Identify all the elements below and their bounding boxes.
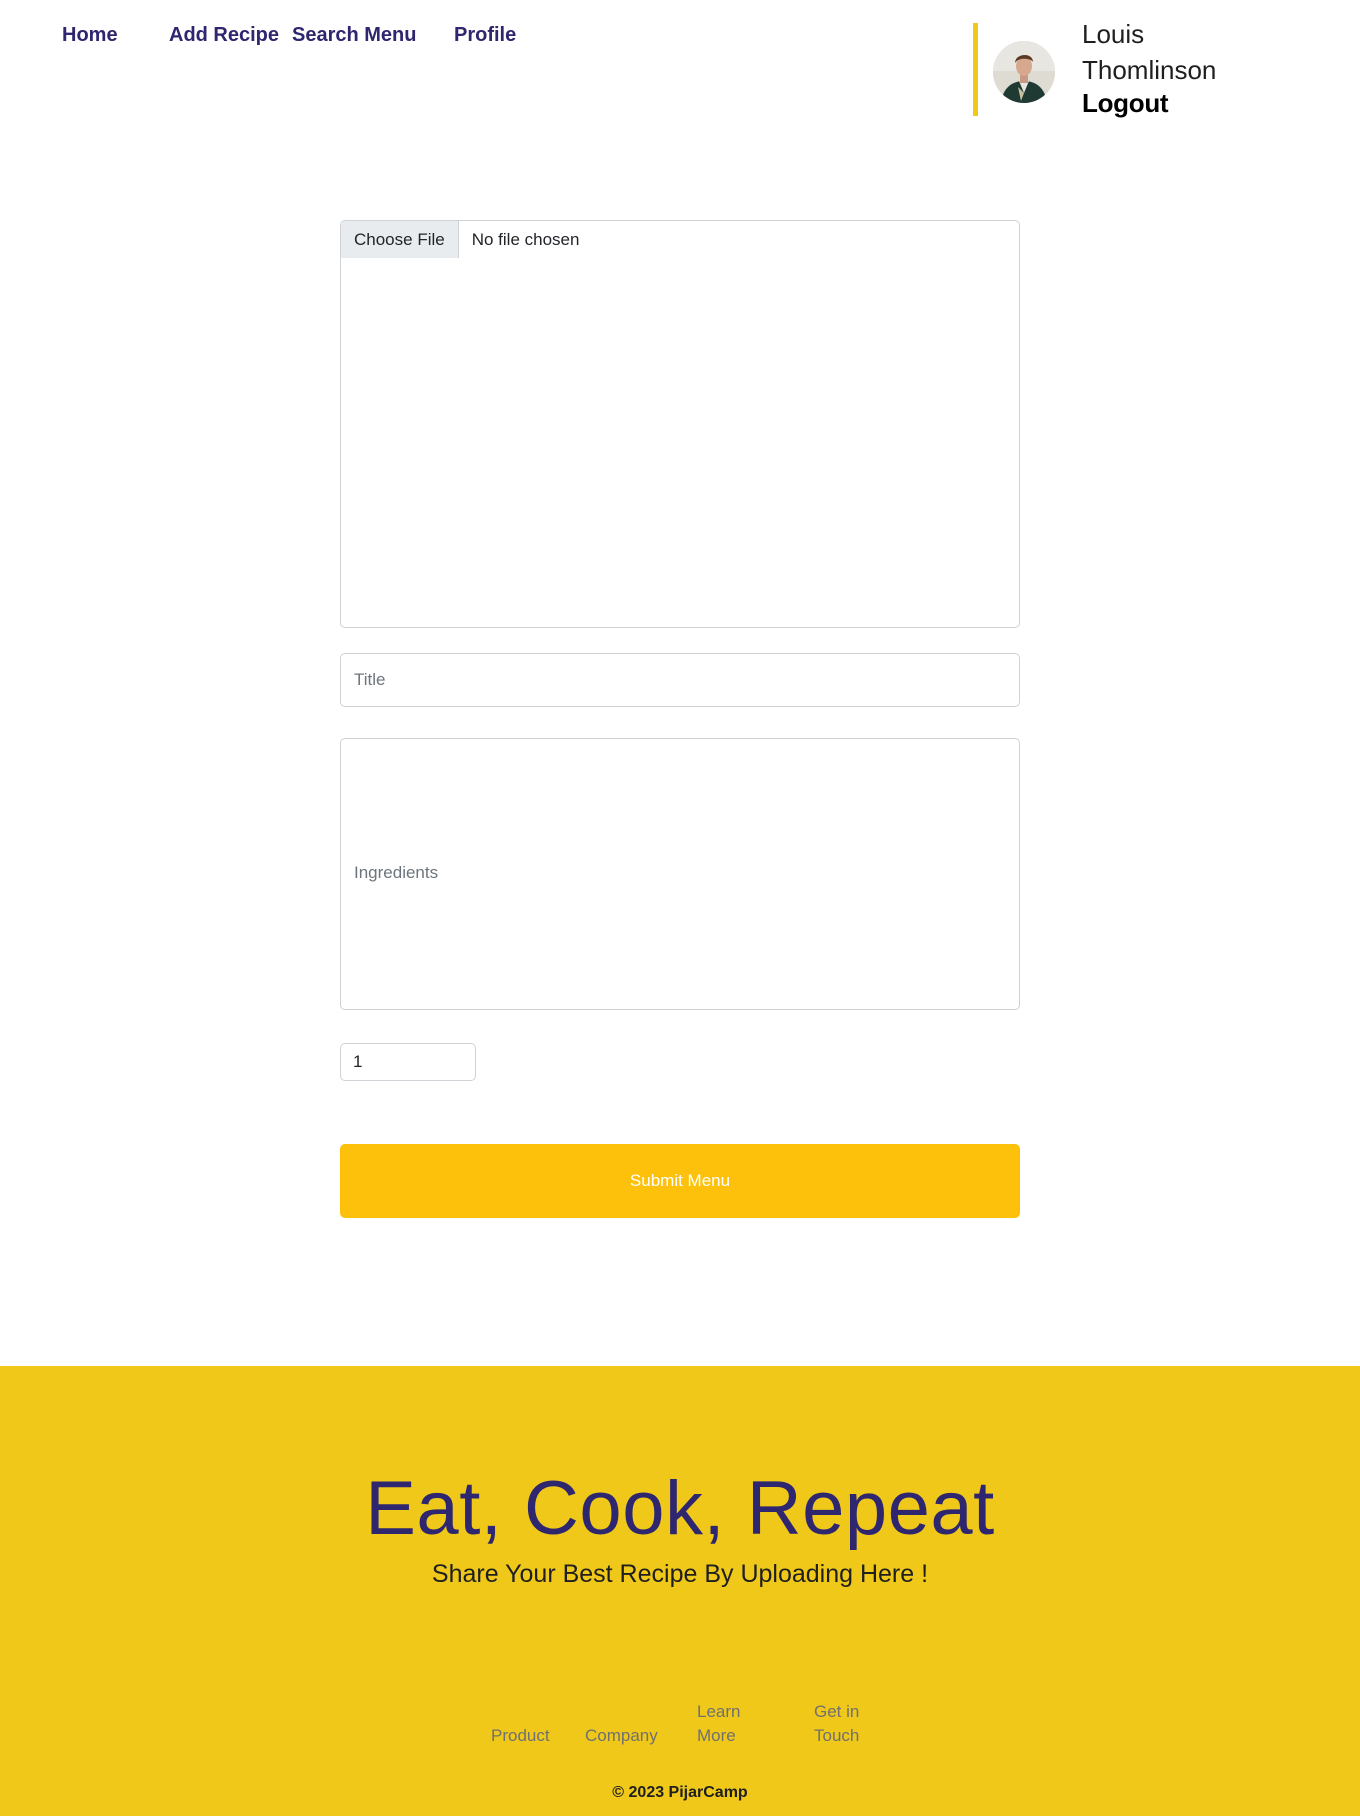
choose-file-button[interactable]: Choose File: [341, 221, 459, 258]
nav-profile-link[interactable]: Profile: [454, 24, 516, 47]
user-name: Louis Thomlinson: [1082, 19, 1217, 85]
footer-title: Eat, Cook, Repeat: [365, 1466, 995, 1551]
image-upload-area[interactable]: Choose File No file chosen: [340, 220, 1020, 628]
title-input[interactable]: [340, 653, 1020, 707]
footer-links: Product Company Learn More Get in Touch: [0, 1700, 1360, 1760]
file-input-row: Choose File No file chosen: [341, 221, 1019, 258]
footer-subtitle: Share Your Best Recipe By Uploading Here…: [431, 1560, 929, 1588]
footer-link-get-in-touch[interactable]: Get in Touch: [814, 1700, 874, 1748]
ingredients-textarea[interactable]: [340, 738, 1020, 1010]
footer-link-company[interactable]: Company: [585, 1724, 658, 1748]
footer-link-learn-more[interactable]: Learn More: [697, 1700, 757, 1748]
profile-accent-bar: [973, 23, 978, 116]
footer: Eat, Cook, Repeat Share Your Best Recipe…: [0, 1366, 1360, 1816]
copyright-text: © 2023 PijarCamp: [612, 1784, 748, 1801]
nav-search-menu-link[interactable]: Search Menu: [292, 24, 416, 47]
user-avatar-icon[interactable]: [993, 41, 1055, 103]
top-navigation: Home Add Recipe Search Menu Profile Loui…: [0, 0, 1360, 130]
nav-add-recipe-link[interactable]: Add Recipe: [169, 24, 279, 47]
logout-link[interactable]: Logout: [1082, 88, 1169, 119]
nav-home-link[interactable]: Home: [62, 24, 118, 47]
footer-link-product[interactable]: Product: [491, 1724, 550, 1748]
quantity-input[interactable]: [340, 1043, 476, 1081]
submit-menu-button[interactable]: Submit Menu: [340, 1144, 1020, 1218]
file-status-text: No file chosen: [471, 229, 580, 249]
